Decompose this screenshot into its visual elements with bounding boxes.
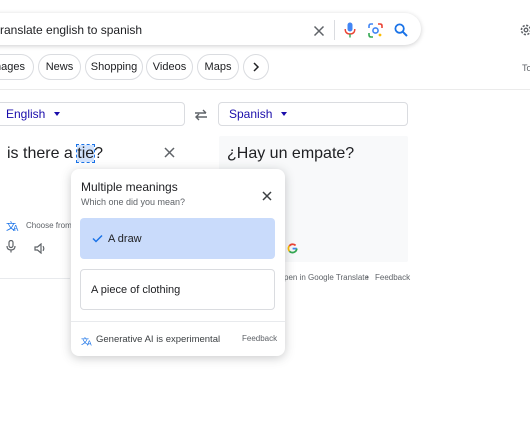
search-input[interactable]: ranslate english to spanish <box>0 23 142 37</box>
translator-feedback-link[interactable]: Feedback <box>375 273 410 282</box>
header-divider <box>0 89 530 90</box>
checkmark-icon <box>92 234 103 243</box>
close-popup-icon[interactable] <box>262 188 272 206</box>
chip-videos[interactable]: Videos <box>146 54 193 80</box>
multiple-meanings-popup: Multiple meanings Which one did you mean… <box>71 169 285 356</box>
google-g-icon[interactable] <box>287 241 298 259</box>
swap-languages-icon[interactable] <box>194 108 208 126</box>
choose-from-label: Choose from <box>26 221 72 230</box>
popup-feedback-link[interactable]: Feedback <box>242 334 277 343</box>
translated-text: ¿Hay un empate? <box>227 145 355 162</box>
target-language-select[interactable]: Spanish <box>218 102 408 126</box>
meaning-option-piece-of-clothing[interactable]: A piece of clothing <box>80 269 275 310</box>
separator-dot: • <box>366 273 369 282</box>
ambiguous-word-highlight[interactable]: tie <box>76 144 96 163</box>
microphone-input-icon[interactable] <box>6 239 16 258</box>
clear-source-icon[interactable] <box>164 145 175 163</box>
popup-divider <box>71 321 285 322</box>
popup-subtitle: Which one did you mean? <box>81 197 186 207</box>
chips-next-button[interactable] <box>243 54 269 80</box>
translate-ai-icon: 文 A <box>6 219 20 237</box>
generative-ai-notice: Generative AI is experimental <box>96 334 221 345</box>
open-in-google-translate-link[interactable]: pen in Google Translate <box>284 273 369 282</box>
source-text[interactable]: is there a tie? <box>7 144 103 163</box>
dropdown-caret-icon <box>54 112 61 116</box>
chip-shopping[interactable]: Shopping <box>85 54 143 80</box>
chip-images[interactable]: nages <box>0 54 34 80</box>
svg-text:A: A <box>87 341 92 347</box>
tools-link[interactable]: To <box>522 63 530 73</box>
listen-speaker-icon[interactable] <box>34 241 47 259</box>
generative-ai-translate-icon: 文 A <box>81 333 93 351</box>
chip-news[interactable]: News <box>38 54 81 80</box>
lens-camera-icon[interactable] <box>368 23 383 43</box>
source-panel-divider <box>0 278 70 279</box>
chevron-right-icon <box>253 62 260 72</box>
search-icon[interactable] <box>394 23 408 42</box>
meaning-option-a-draw[interactable]: A draw <box>80 218 275 259</box>
search-divider <box>334 20 335 40</box>
source-language-select[interactable]: English <box>0 102 185 126</box>
chip-maps[interactable]: Maps <box>197 54 239 80</box>
svg-text:A: A <box>13 224 19 232</box>
microphone-icon[interactable] <box>344 22 356 43</box>
settings-gear-icon[interactable] <box>519 23 530 42</box>
clear-search-icon[interactable] <box>313 24 325 42</box>
dropdown-caret-icon <box>281 112 288 116</box>
popup-title: Multiple meanings <box>81 180 178 194</box>
